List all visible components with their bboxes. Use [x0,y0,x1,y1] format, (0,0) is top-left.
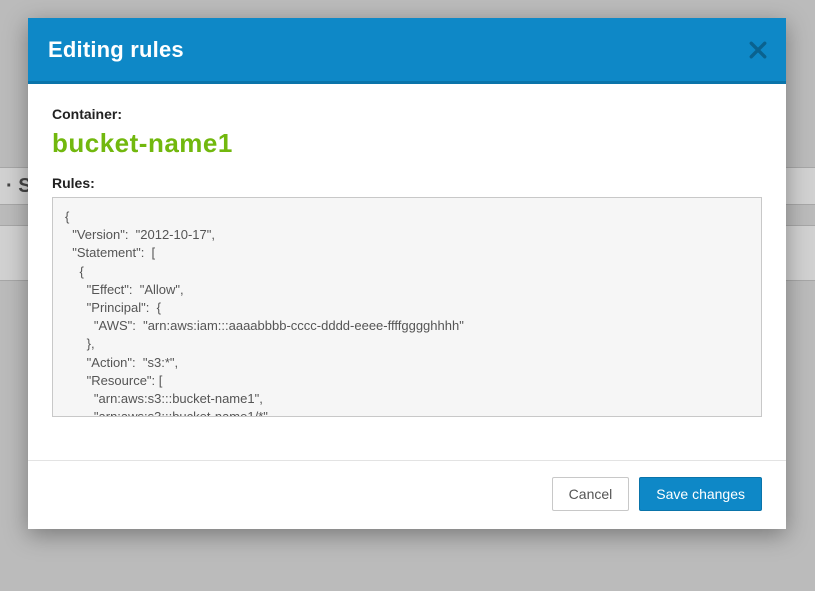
cancel-button[interactable]: Cancel [552,477,630,511]
rules-textarea[interactable] [52,197,762,417]
modal-body: Container: bucket-name1 Rules: [28,84,786,426]
modal-footer: Cancel Save changes [28,460,786,529]
container-name: bucket-name1 [52,128,762,159]
container-label: Container: [52,106,762,122]
rules-label: Rules: [52,175,762,191]
close-button[interactable] [744,36,772,64]
close-icon [749,41,767,59]
modal-title: Editing rules [48,37,184,63]
editing-rules-modal: Editing rules Container: bucket-name1 Ru… [28,18,786,529]
save-changes-button[interactable]: Save changes [639,477,762,511]
modal-header: Editing rules [28,18,786,84]
